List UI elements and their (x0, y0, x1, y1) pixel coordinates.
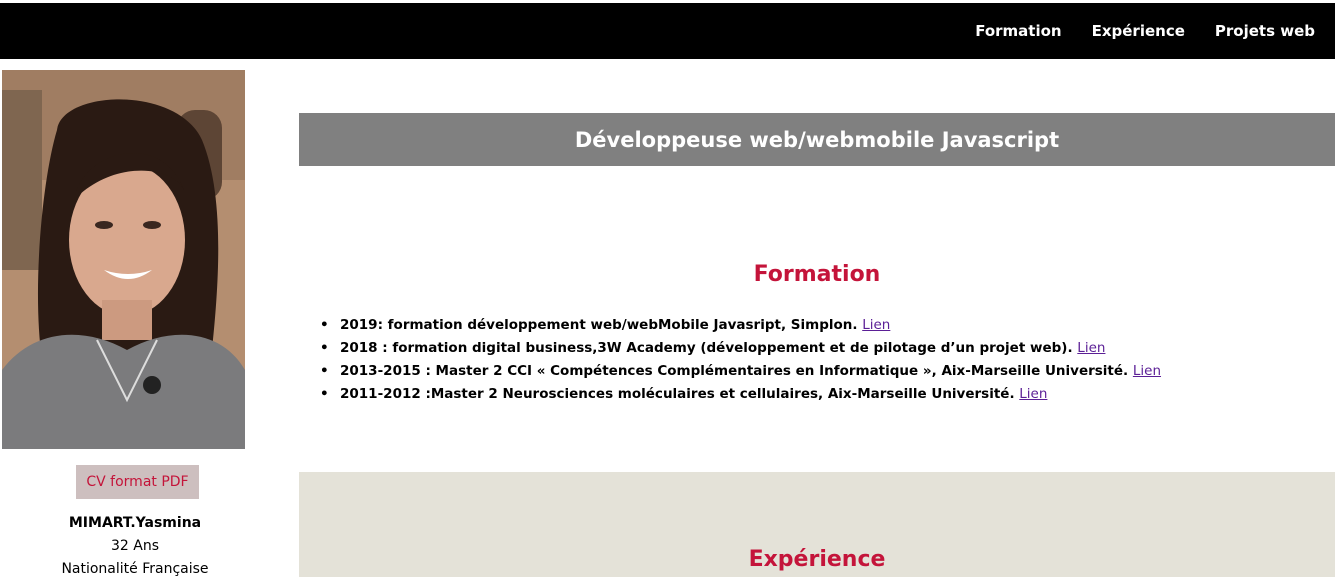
profile-photo-illustration (2, 70, 245, 449)
formation-item-link[interactable]: Lien (1019, 386, 1047, 402)
main-nav: Formation Expérience Projets web (975, 3, 1315, 59)
profile-info: MIMART.Yasmina 32 Ans Nationalité França… (0, 512, 270, 577)
bullet-icon: • (320, 386, 329, 402)
list-item: • 2013-2015 : Master 2 CCI « Compétences… (320, 360, 1330, 383)
list-item: • 2011-2012 :Master 2 Neurosciences molé… (320, 383, 1330, 406)
formation-item-text: 2011-2012 :Master 2 Neurosciences molécu… (340, 386, 1020, 402)
formation-item-link[interactable]: Lien (1133, 363, 1161, 379)
formation-item-text: 2013-2015 : Master 2 CCI « Compétences C… (340, 363, 1133, 379)
nav-link-formation[interactable]: Formation (975, 22, 1061, 40)
list-item: • 2018 : formation digital business,3W A… (320, 337, 1330, 360)
bullet-icon: • (320, 340, 329, 356)
experience-section-title: Expérience (748, 547, 886, 572)
formation-list: • 2019: formation développement web/webM… (320, 314, 1330, 406)
list-item: • 2019: formation développement web/webM… (320, 314, 1330, 337)
cv-pdf-button[interactable]: CV format PDF (76, 465, 199, 499)
hero-title: Développeuse web/webmobile Javascript (574, 127, 1060, 152)
hero-title-band: Développeuse web/webmobile Javascript (299, 113, 1335, 166)
formation-section-title: Formation (753, 262, 881, 287)
formation-item-link[interactable]: Lien (862, 317, 890, 333)
profile-photo (2, 70, 245, 449)
bullet-icon: • (320, 317, 329, 333)
formation-item-text: 2018 : formation digital business,3W Aca… (340, 340, 1078, 356)
profile-age: 32 Ans (110, 538, 159, 554)
profile-nationality: Nationalité Française (61, 561, 209, 577)
top-navbar: Formation Expérience Projets web (0, 3, 1335, 59)
nav-link-projets-web[interactable]: Projets web (1215, 22, 1315, 40)
formation-item-text: 2019: formation développement web/webMob… (340, 317, 863, 333)
nav-link-experience[interactable]: Expérience (1092, 22, 1185, 40)
profile-name: MIMART.Yasmina (68, 515, 202, 531)
bullet-icon: • (320, 363, 329, 379)
formation-item-link[interactable]: Lien (1077, 340, 1105, 356)
